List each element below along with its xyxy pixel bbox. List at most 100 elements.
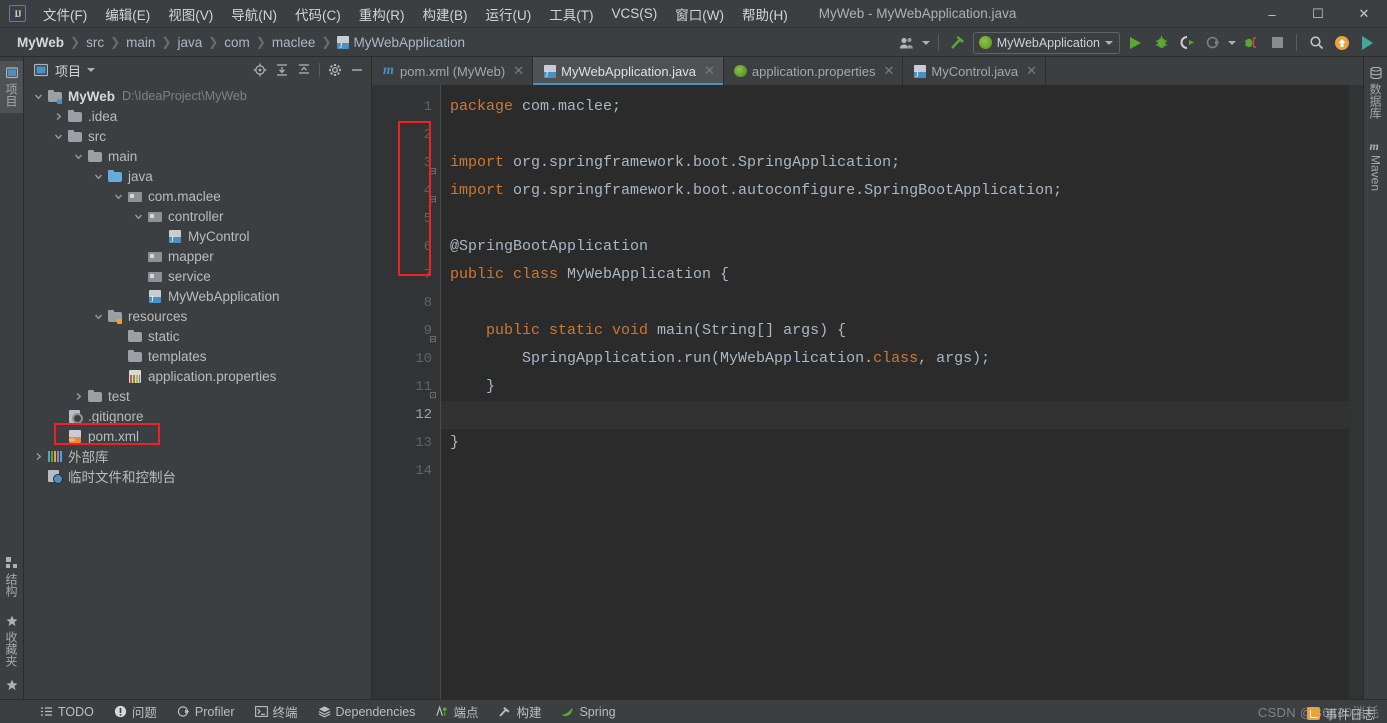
menu-code[interactable]: 代码(C) [286, 0, 350, 28]
status-problems[interactable]: 问题 [104, 700, 167, 723]
tab-close-icon[interactable]: ✕ [1026, 63, 1037, 79]
stripe-maven[interactable]: m Maven [1366, 133, 1386, 197]
fold-marker-method-end-icon[interactable]: ⊡ [429, 390, 437, 401]
run-button[interactable] [1124, 32, 1146, 54]
collapse-all-icon[interactable] [294, 60, 314, 80]
tab-pom-xml[interactable]: m pom.xml (MyWeb) ✕ [372, 57, 534, 85]
line-number-gutter[interactable]: 1 2 3 4 5 6 7 8 9 10 11 12 13 14 ⊟ ⊟ ⊟ ⊡ [372, 85, 440, 699]
tree-node-controller[interactable]: controller [24, 206, 371, 226]
tree-node-templates[interactable]: templates [24, 346, 371, 366]
breadcrumb-item-maclee[interactable]: maclee [267, 33, 321, 52]
toolbox-icon[interactable] [1357, 32, 1379, 54]
menu-tools[interactable]: 工具(T) [540, 0, 602, 28]
tree-node-com-maclee[interactable]: com.maclee [24, 186, 371, 206]
event-log-button[interactable]: 事件日志 [1306, 704, 1375, 723]
tree-node-src[interactable]: src [24, 126, 371, 146]
tab-close-icon[interactable]: ✕ [704, 63, 715, 79]
chevron-down-icon[interactable] [132, 210, 145, 223]
chevron-right-icon[interactable] [32, 450, 45, 463]
chevron-down-icon[interactable] [72, 150, 85, 163]
status-profiler[interactable]: Profiler [167, 703, 245, 721]
menu-view[interactable]: 视图(V) [159, 0, 222, 28]
tree-node-service[interactable]: service [24, 266, 371, 286]
tree-node-mapper[interactable]: mapper [24, 246, 371, 266]
breadcrumb-item-main[interactable]: main [121, 33, 160, 52]
tree-node-scratches[interactable]: 临时文件和控制台 [24, 466, 371, 486]
tab-close-icon[interactable]: ✕ [884, 63, 895, 79]
user-dropdown-caret-icon[interactable] [921, 40, 930, 45]
tree-node-mycontrol[interactable]: MyControl [24, 226, 371, 246]
code-text[interactable]: package com.maclee; import org.springfra… [440, 85, 1349, 699]
fold-marker-import2-icon[interactable]: ⊟ [429, 194, 437, 205]
status-build[interactable]: 构建 [488, 700, 551, 723]
maximize-button[interactable]: ☐ [1295, 0, 1341, 28]
breadcrumb-item-com[interactable]: com [219, 33, 255, 52]
error-stripe-marker[interactable] [1349, 85, 1363, 699]
fold-marker-method-icon[interactable]: ⊟ [429, 334, 437, 345]
tab-mywebapplication-java[interactable]: MyWebApplication.java ✕ [533, 57, 724, 85]
minimize-button[interactable]: – [1249, 0, 1295, 28]
profile-dropdown-caret-icon[interactable] [1228, 40, 1236, 45]
stripe-structure[interactable]: 结构 [0, 551, 23, 603]
tab-mycontrol-java[interactable]: MyControl.java ✕ [903, 57, 1047, 85]
tree-node-pom-xml[interactable]: pom.xml [24, 426, 371, 446]
expand-all-icon[interactable] [272, 60, 292, 80]
breadcrumb-item-myweb[interactable]: MyWeb [12, 33, 69, 52]
chevron-right-icon[interactable] [72, 390, 85, 403]
stripe-database[interactable]: 数据库 [1364, 61, 1387, 125]
menu-help[interactable]: 帮助(H) [733, 0, 797, 28]
code-area[interactable]: 1 2 3 4 5 6 7 8 9 10 11 12 13 14 ⊟ ⊟ ⊟ ⊡ package com.… [372, 85, 1363, 699]
breadcrumb-item-src[interactable]: src [81, 33, 109, 52]
status-todo[interactable]: TODO [30, 703, 104, 721]
tree-node-main[interactable]: main [24, 146, 371, 166]
profile-button[interactable] [1202, 32, 1224, 54]
stripe-favorites[interactable]: 收藏夹 [0, 609, 23, 673]
menu-run[interactable]: 运行(U) [477, 0, 541, 28]
breadcrumb-item-java[interactable]: java [172, 33, 207, 52]
status-terminal[interactable]: 终端 [245, 700, 308, 723]
search-everywhere-icon[interactable] [1305, 32, 1327, 54]
stop-button[interactable] [1266, 32, 1288, 54]
menu-build[interactable]: 构建(B) [414, 0, 477, 28]
fold-marker-import-icon[interactable]: ⊟ [429, 166, 437, 177]
menu-edit[interactable]: 编辑(E) [96, 0, 159, 28]
user-account-icon[interactable] [896, 32, 918, 54]
tree-node-gitignore[interactable]: .gitignore [24, 406, 371, 426]
tree-node-java[interactable]: java [24, 166, 371, 186]
tree-node-myweb[interactable]: MyWeb D:\IdeaProject\MyWeb [24, 86, 371, 106]
favorites-star-icon[interactable] [6, 679, 18, 691]
project-panel-dropdown-icon[interactable] [87, 68, 96, 72]
stripe-project[interactable]: 项目 [0, 61, 23, 113]
run-with-coverage-button[interactable] [1176, 32, 1198, 54]
tree-node-resources[interactable]: resources [24, 306, 371, 326]
tree-node-idea[interactable]: .idea [24, 106, 371, 126]
tree-node-application-properties[interactable]: application.properties [24, 366, 371, 386]
status-spring[interactable]: Spring [551, 703, 625, 721]
tree-node-external-libraries[interactable]: 外部库 [24, 446, 371, 466]
fold-column[interactable]: ⊟ ⊟ ⊟ ⊡ [426, 93, 440, 409]
tree-node-mywebapplication[interactable]: MyWebApplication [24, 286, 371, 306]
menu-vcs[interactable]: VCS(S) [603, 2, 667, 25]
chevron-down-icon[interactable] [92, 310, 105, 323]
menu-window[interactable]: 窗口(W) [666, 0, 733, 28]
tab-application-properties[interactable]: application.properties ✕ [724, 57, 904, 85]
select-opened-file-icon[interactable] [250, 60, 270, 80]
build-hammer-icon[interactable] [947, 32, 969, 54]
chevron-down-icon[interactable] [112, 190, 125, 203]
chevron-right-icon[interactable] [52, 110, 65, 123]
project-tree[interactable]: MyWeb D:\IdeaProject\MyWeb .idea src main jav… [24, 83, 371, 699]
update-icon[interactable] [1331, 32, 1353, 54]
tab-close-icon[interactable]: ✕ [513, 63, 524, 79]
debug-button[interactable] [1150, 32, 1172, 54]
status-endpoints[interactable]: 端点 [425, 700, 488, 723]
gear-icon[interactable] [325, 60, 345, 80]
chevron-down-icon[interactable] [92, 170, 105, 183]
menu-refactor[interactable]: 重构(R) [350, 0, 414, 28]
tree-node-test[interactable]: test [24, 386, 371, 406]
menu-file[interactable]: 文件(F) [34, 0, 96, 28]
chevron-down-icon[interactable] [32, 90, 45, 103]
breadcrumb-item-mywebapplication[interactable]: MyWebApplication [332, 33, 470, 52]
tree-node-static[interactable]: static [24, 326, 371, 346]
status-dependencies[interactable]: Dependencies [308, 703, 426, 721]
menu-navigate[interactable]: 导航(N) [222, 0, 286, 28]
